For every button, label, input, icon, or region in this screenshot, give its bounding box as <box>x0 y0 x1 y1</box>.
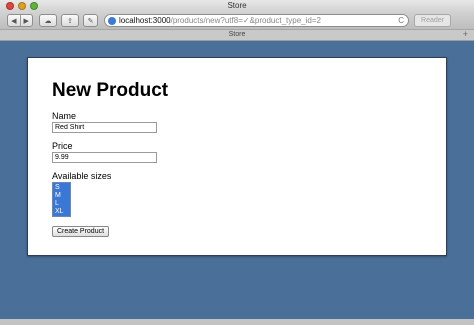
back-forward-buttons: ◀ ▶ <box>7 14 33 27</box>
sizes-label: Available sizes <box>52 171 112 181</box>
back-button[interactable]: ◀ <box>8 17 20 25</box>
name-field[interactable] <box>52 122 157 133</box>
price-label: Price <box>52 141 73 151</box>
price-field[interactable] <box>52 152 157 163</box>
downloads-button[interactable] <box>456 14 469 27</box>
size-option-xl[interactable]: XL <box>53 208 70 216</box>
share-button[interactable]: ⇪ <box>61 14 79 27</box>
share-icon: ⇪ <box>67 17 73 25</box>
cloud-icon: ☁ <box>44 17 52 25</box>
url-host: localhost:3000 <box>119 16 171 25</box>
size-option-l[interactable]: L <box>53 200 70 208</box>
address-bar[interactable]: localhost:3000 /products/new?utf8=✓&prod… <box>104 14 409 27</box>
window-title: Store <box>227 1 247 10</box>
url-path: /products/new?utf8=✓&product_type_id=2 <box>170 16 321 25</box>
product-form-card: New Product Name Price Available sizes S… <box>27 57 447 256</box>
browser-toolbar: ◀ ▶ ☁ ⇪ ✎ localhost:3000 /products/new?u… <box>0 12 474 29</box>
settings-button[interactable]: ✎ <box>83 14 98 27</box>
tab-store[interactable]: Store <box>0 30 474 40</box>
globe-icon <box>108 16 116 25</box>
icloud-tabs-button[interactable]: ☁ <box>39 14 57 27</box>
window-titlebar: Store <box>0 0 474 12</box>
reader-button[interactable]: Reader <box>414 14 451 27</box>
create-product-button[interactable]: Create Product <box>52 226 109 237</box>
wrench-icon: ✎ <box>87 17 94 25</box>
new-tab-button[interactable]: + <box>463 29 468 39</box>
forward-button[interactable]: ▶ <box>20 17 32 25</box>
sizes-multiselect[interactable]: S M L XL <box>52 182 71 217</box>
size-option-m[interactable]: M <box>53 192 70 200</box>
size-option-s[interactable]: S <box>53 184 70 192</box>
name-label: Name <box>52 111 77 121</box>
window-bottom-edge <box>0 319 474 325</box>
page-title: New Product <box>52 80 169 101</box>
tab-bar: Store + <box>0 29 474 41</box>
reload-icon[interactable]: C <box>398 16 404 25</box>
